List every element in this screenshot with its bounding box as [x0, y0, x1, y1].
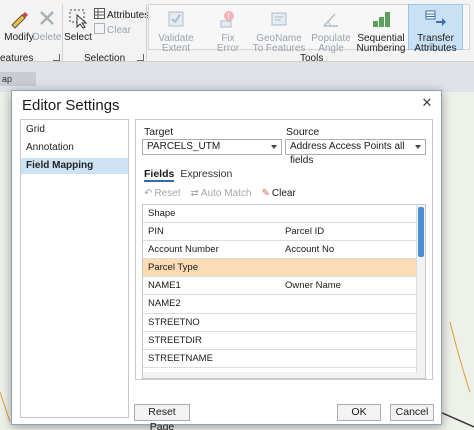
tool-label-line2: To Features [252, 43, 306, 54]
map-tab[interactable]: ap [0, 72, 36, 86]
vertical-scrollbar[interactable] [416, 205, 425, 378]
mapping-tabs: Fields Expression [144, 168, 232, 182]
mapping-toolbar: ↶ Reset ⇄ Auto Match ✎ Clear [144, 186, 296, 200]
selection-launcher-icon[interactable] [137, 54, 144, 61]
table-row[interactable]: STREETNO [143, 314, 425, 332]
attributes-label: Attributes [107, 9, 150, 21]
populate-angle-button[interactable]: Populate Angle [310, 7, 352, 54]
target-value: PARCELS_UTM [147, 141, 221, 152]
populate-angle-icon [319, 7, 343, 31]
delete-label: Delete [32, 32, 62, 43]
tool-label-line2: Numbering [356, 43, 406, 54]
source-combo[interactable]: Address Access Points all fields [285, 139, 426, 166]
ribbon: Modify Delete eatures Select Attributes … [0, 0, 474, 64]
table-row[interactable]: PIN Parcel ID [143, 223, 425, 242]
table-row[interactable]: Shape [143, 205, 425, 224]
source-value: Address Access Points all fields [290, 141, 405, 166]
horizontal-scrollbar[interactable] [143, 372, 425, 378]
transfer-attributes-icon [424, 7, 448, 31]
auto-match-label: Auto Match [200, 187, 252, 199]
clear-selection-button[interactable]: Clear [94, 23, 131, 37]
dialog-title: Editor Settings [22, 97, 120, 114]
target-field: STREETDIR [148, 334, 202, 346]
separator [146, 4, 147, 62]
transfer-attributes-button[interactable]: Transfer Attributes [408, 7, 463, 54]
eraser-icon: ✎ [261, 187, 270, 199]
auto-match-button[interactable]: ⇄ Auto Match [191, 188, 252, 199]
settings-nav: Grid Annotation Field Mapping [20, 119, 129, 418]
target-field: STREETNAME [148, 352, 213, 364]
editor-settings-dialog: Editor Settings ✕ Grid Annotation Field … [11, 90, 442, 430]
table-row-selected[interactable]: Parcel Type [143, 259, 425, 278]
nav-item-grid[interactable]: Grid [21, 122, 128, 138]
cancel-button[interactable]: Cancel [390, 404, 434, 421]
source-label: Source [286, 126, 320, 138]
scrollbar-thumb[interactable] [418, 207, 424, 257]
modify-label: Modify [4, 32, 34, 43]
delete-x-icon [35, 6, 59, 30]
reset-button[interactable]: ↶ Reset [144, 188, 181, 199]
source-field: Account No [285, 244, 335, 256]
reset-label: Reset [154, 187, 181, 199]
undo-icon: ↶ [144, 187, 153, 199]
delete-button[interactable]: Delete [32, 6, 62, 43]
nav-item-field-mapping[interactable]: Field Mapping [21, 158, 128, 174]
table-row[interactable]: STREETDIR [143, 332, 425, 350]
map-view-tabstrip [0, 62, 474, 92]
tab-fields[interactable]: Fields [144, 168, 175, 182]
tool-label-line2: Error [216, 43, 240, 54]
target-combo[interactable]: PARCELS_UTM [142, 139, 282, 155]
field-mapping-grid: Shape PIN Parcel ID Account Number Account… [142, 204, 426, 379]
modify-button[interactable]: Modify [4, 6, 34, 43]
ok-button[interactable]: OK [337, 404, 381, 421]
select-cursor-icon [66, 6, 90, 30]
validate-extent-button[interactable]: Validate Extent [152, 7, 200, 54]
auto-match-icon: ⇄ [190, 187, 199, 199]
target-field: NAME1 [148, 280, 181, 292]
source-field: Owner Name [285, 280, 341, 292]
chevron-down-icon [271, 145, 277, 149]
sequential-numbering-icon [369, 7, 393, 31]
target-field: Parcel Type [148, 262, 198, 274]
target-field: Shape [148, 208, 176, 219]
select-button[interactable]: Select [64, 6, 92, 43]
tab-expression[interactable]: Expression [180, 168, 232, 182]
fix-error-icon: ! [216, 7, 240, 31]
table-row[interactable]: Account Number Account No [143, 241, 425, 260]
field-mapping-panel: Target Source PARCELS_UTM Address Access… [135, 119, 433, 380]
clear-label: Clear [271, 187, 296, 199]
close-icon[interactable]: ✕ [419, 95, 435, 111]
target-field: NAME2 [148, 298, 181, 310]
reset-page-button[interactable]: Reset Page [134, 404, 190, 430]
validate-extent-icon [164, 7, 188, 31]
clear-selection-icon [94, 23, 105, 37]
pencil-cursor-icon [7, 6, 31, 30]
tool-label-line2: Attributes [414, 43, 457, 54]
table-row[interactable]: NAME1 Owner Name [143, 277, 425, 296]
separator [62, 4, 63, 62]
select-label: Select [64, 32, 92, 43]
nav-item-annotation[interactable]: Annotation [21, 140, 128, 156]
table-row[interactable]: STREETNAME [143, 350, 425, 368]
source-field: Parcel ID [285, 226, 325, 238]
target-field: STREETNO [148, 316, 200, 328]
chevron-down-icon [415, 145, 421, 149]
geoname-icon [267, 7, 291, 31]
target-label: Target [144, 126, 174, 138]
clear-label: Clear [107, 24, 131, 36]
fix-error-button[interactable]: ! Fix Error [206, 7, 250, 54]
attributes-button[interactable]: Attributes [94, 8, 149, 22]
tool-label-line2: Extent [161, 43, 191, 54]
target-field: PIN [148, 226, 164, 238]
clear-button[interactable]: ✎ Clear [262, 188, 296, 199]
svg-text:!: ! [227, 12, 230, 21]
attributes-table-icon [94, 8, 105, 22]
sequential-numbering-button[interactable]: Sequential Numbering [356, 7, 406, 54]
features-launcher-icon[interactable] [53, 54, 60, 61]
geoname-to-features-button[interactable]: GeoName To Features [250, 7, 308, 54]
table-row[interactable]: NAME2 [143, 295, 425, 314]
target-field: Account Number [148, 244, 219, 256]
